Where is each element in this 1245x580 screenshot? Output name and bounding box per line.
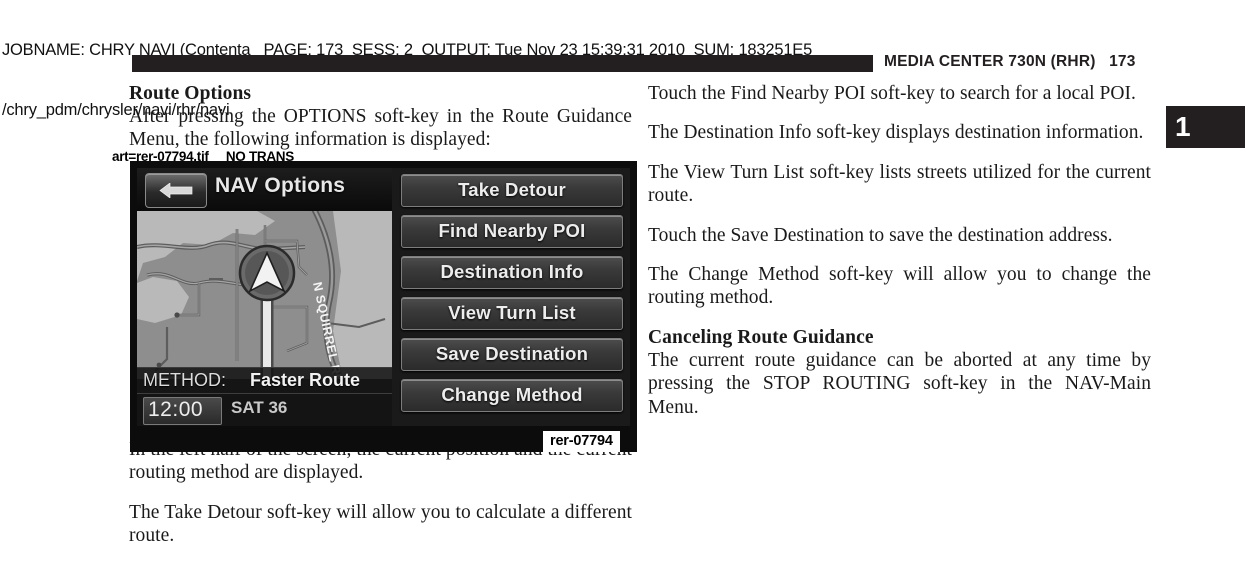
paragraph-find-nearby-poi: Touch the Find Nearby POI soft-key to se…	[648, 83, 1136, 104]
satellite-status: SAT 36	[231, 398, 288, 417]
soft-key-change-method[interactable]: Change Method	[401, 379, 623, 412]
nav-screen-header: NAV Options	[137, 168, 392, 211]
soft-key-label: Take Detour	[458, 179, 566, 200]
map-pane: NAV Options N SQUIRREL RD METHOD: Faster…	[137, 168, 392, 426]
paragraph-take-detour: The Take Detour soft-key will allow you …	[129, 501, 632, 547]
nav-screen: NAV Options N SQUIRREL RD METHOD: Faster…	[137, 168, 630, 426]
paragraph-destination-info: The Destination Info soft-key displays d…	[648, 122, 1144, 144]
art-annotation-slug: art=rer-07794.tif NO TRANS	[112, 149, 294, 164]
clock-time: 12:00	[148, 398, 204, 421]
nav-screen-title: NAV Options	[215, 174, 346, 197]
right-text-column: Touch the Find Nearby POI soft-key to se…	[648, 82, 1151, 419]
status-bar: 12:00 SAT 36	[137, 393, 392, 426]
running-head: MEDIA CENTER 730N (RHR) 173	[132, 53, 1145, 72]
chapter-number: 1	[1175, 111, 1191, 142]
section-heading-route-options: Route Options	[129, 83, 252, 104]
method-label: METHOD:	[143, 370, 226, 390]
running-head-title: MEDIA CENTER 730N (RHR) 173	[884, 53, 1136, 70]
soft-key-save-destination[interactable]: Save Destination	[401, 338, 623, 371]
chapter-thumb-tab: 1	[1166, 106, 1245, 148]
soft-key-label: Destination Info	[440, 261, 584, 282]
paragraph-canceling-route-guidance: The current route guidance can be aborte…	[648, 349, 1151, 418]
paragraph-save-destination: Touch the Save Destination to save the d…	[648, 224, 1113, 246]
clock-display: 12:00	[143, 397, 222, 425]
soft-key-label: Find Nearby POI	[438, 220, 586, 241]
paragraph-view-turn-list: The View Turn List soft-key lists street…	[648, 161, 1151, 207]
figure-nav-options-screenshot: NAV Options N SQUIRREL RD METHOD: Faster…	[130, 161, 637, 452]
soft-key-destination-info[interactable]: Destination Info	[401, 256, 623, 289]
routing-method-bar: METHOD: Faster Route	[137, 367, 392, 394]
figure-art-id: rer-07794	[543, 431, 620, 452]
soft-key-label: View Turn List	[448, 302, 576, 323]
section-heading-canceling-route-guidance: Canceling Route Guidance	[648, 326, 874, 348]
back-arrow-icon	[159, 183, 193, 198]
soft-key-label: Save Destination	[435, 343, 589, 364]
soft-key-view-turn-list[interactable]: View Turn List	[401, 297, 623, 330]
paragraph-route-options-intro: After pressing the OPTIONS soft-key in t…	[129, 106, 632, 151]
soft-key-take-detour[interactable]: Take Detour	[401, 174, 623, 207]
map-canvas[interactable]: N SQUIRREL RD	[137, 211, 392, 379]
paragraph-change-method: The Change Method soft-key will allow yo…	[648, 264, 1151, 309]
method-value: Faster Route	[250, 370, 361, 390]
soft-key-label: Change Method	[441, 384, 583, 405]
soft-key-find-nearby-poi[interactable]: Find Nearby POI	[401, 215, 623, 248]
soft-key-pane: Take Detour Find Nearby POI Destination …	[392, 168, 630, 426]
running-head-rule	[132, 55, 873, 72]
back-button[interactable]	[145, 173, 207, 208]
